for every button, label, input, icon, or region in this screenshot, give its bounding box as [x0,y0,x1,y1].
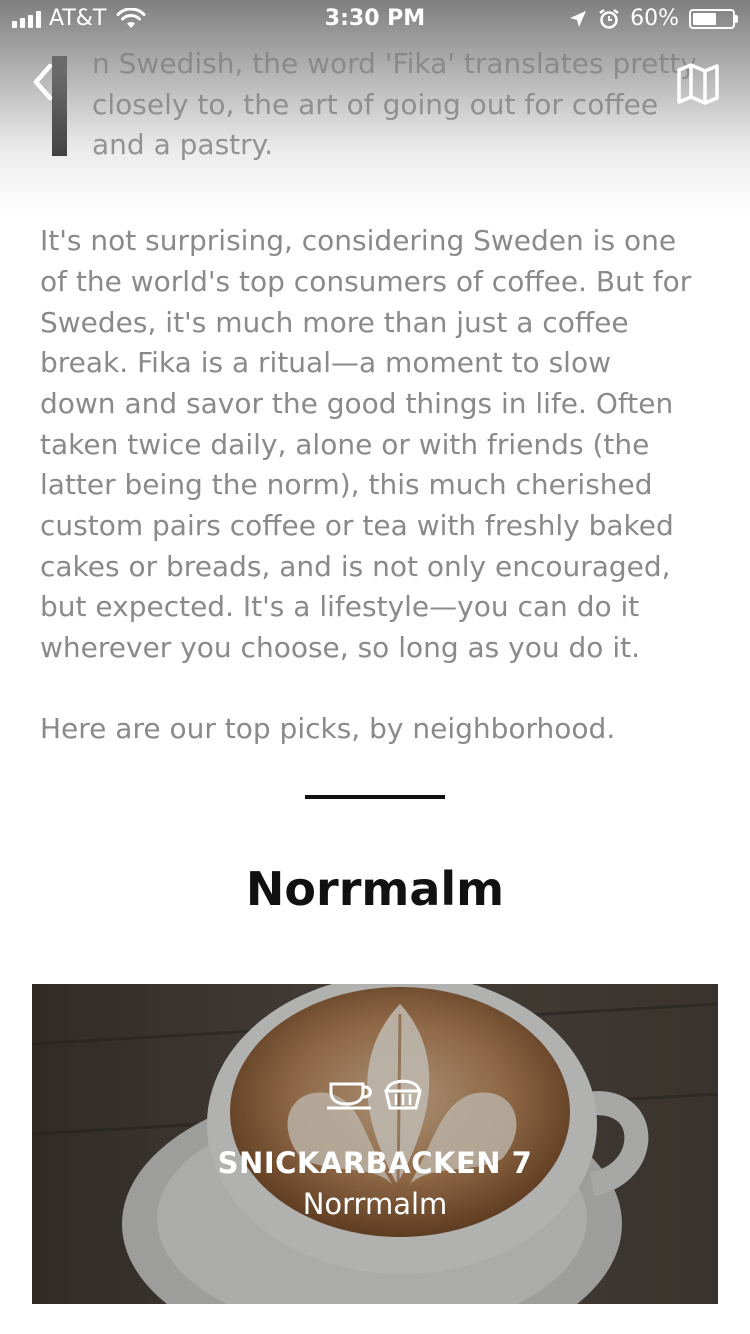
body-line: cakes or breads, and is not only encoura… [40,549,671,583]
body-line: wherever you choose, so long as you do i… [40,631,640,665]
body-line: but expected. It's a lifestyle—you can d… [40,590,640,624]
latte-photo [32,984,718,1304]
body-line: of the world's top consumers of coffee. … [40,264,692,298]
body-line: break. Fika is a ritual—a moment to slow [40,346,611,380]
pullquote-line: closely to, the art of going out for cof… [92,87,659,121]
chevron-left-icon [33,63,53,101]
pastry-icon [384,1079,422,1110]
body-line: custom pairs coffee or tea with freshly … [40,509,674,543]
venue-neighborhood: Norrmalm [302,1187,448,1221]
venue-category-icons [32,1076,718,1110]
body-line: taken twice daily, alone or with friends… [40,427,650,461]
pullquote-line: and a pastry. [92,128,274,162]
coffee-cup-icon [327,1082,372,1110]
picks-intro: Here are our top picks, by neighborhood. [40,711,616,745]
body-line: latter being the norm), this much cheris… [40,468,653,502]
pullquote-line: n Swedish, the word 'Fika' translates pr… [92,47,697,80]
location-arrow-icon [570,10,587,27]
map-button[interactable] [676,62,720,106]
body-line: Swedes, it's much more than just a coffe… [40,305,629,339]
section-divider [305,795,445,799]
battery-tip [735,14,738,23]
section-heading: Norrmalm [245,862,505,916]
article: n Swedish, the word 'Fika' translates pr… [40,44,720,750]
article-body: It's not surprising, considering Sweden … [40,221,720,669]
battery-percent: 60% [630,6,679,31]
pullquote: n Swedish, the word 'Fika' translates pr… [40,44,720,166]
status-bar-right: 60% [568,6,738,31]
body-line: down and savor the good things in life. … [40,386,674,420]
status-bar: AT&T 3:30 PM 60% [0,0,750,40]
alarm-icon [599,8,619,29]
venue-card[interactable]: SNICKARBACKEN 7 Norrmalm [32,984,718,1304]
screen: AT&T 3:30 PM 60% n Swedish, the word 'Fi… [0,0,750,1334]
venue-name: SNICKARBACKEN 7 [217,1146,533,1180]
battery-fill [693,12,716,25]
folded-map-icon [677,63,719,105]
back-button[interactable] [26,62,60,102]
battery-icon [689,8,735,29]
body-line: It's not surprising, considering Sweden … [40,224,677,258]
